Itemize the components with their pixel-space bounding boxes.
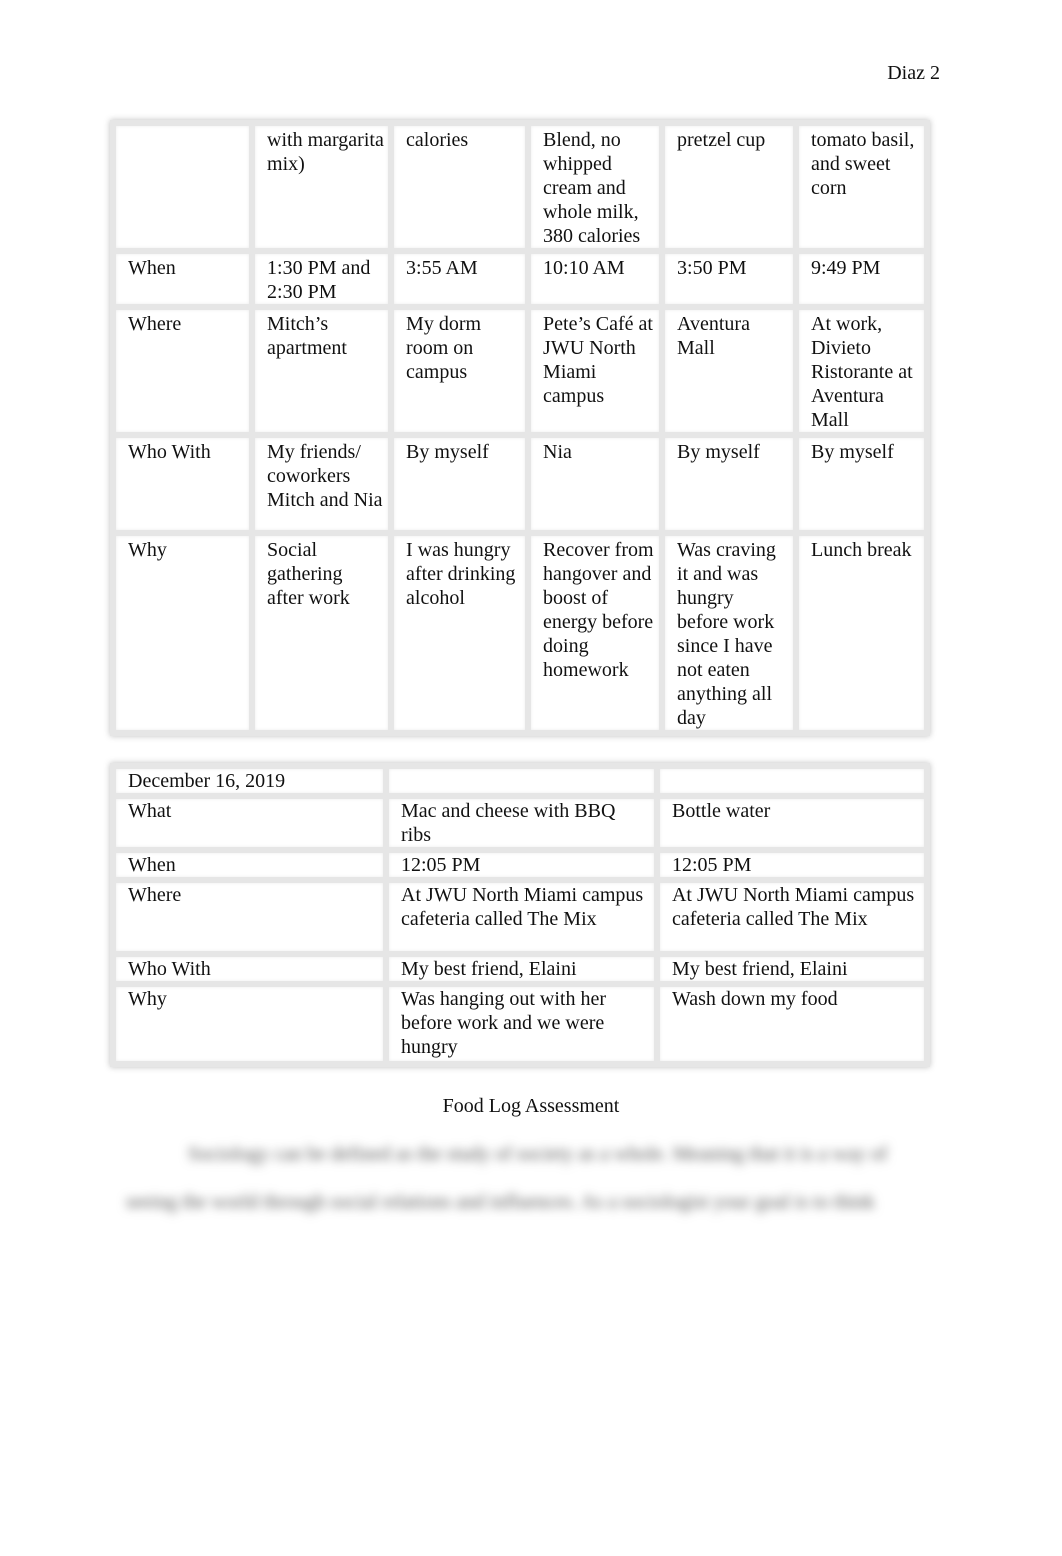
- row-label: Where: [109, 304, 256, 438]
- table-row-why: Why Was hanging out with her before work…: [110, 981, 931, 1067]
- table-cell: with margarita mix): [249, 120, 395, 254]
- row-label: What: [110, 793, 389, 853]
- table-cell: Wash down my food: [653, 981, 931, 1067]
- table-row-who-with: Who With My friends/ coworkers Mitch and…: [109, 432, 930, 536]
- table-cell: 12:05 PM: [653, 847, 931, 883]
- date-label: December 16, 2019: [110, 763, 389, 799]
- table-cell: My best friend, Elaini: [383, 951, 660, 987]
- table-cell: Bottle water: [653, 793, 931, 853]
- table-cell: 3:55 AM: [388, 248, 532, 310]
- table-cell: Lunch break: [793, 530, 930, 736]
- row-label: Who With: [109, 432, 256, 536]
- table-cell: Blend, no whipped cream and whole milk, …: [525, 120, 666, 254]
- table-cell: My best friend, Elaini: [653, 951, 931, 987]
- table-cell: Aventura Mall: [659, 304, 799, 438]
- blurred-paragraph-line: seeing the world through social relation…: [126, 1191, 875, 1213]
- table-cell: My dorm room on campus: [388, 304, 532, 438]
- table-cell: Was craving it and was hungry before wor…: [659, 530, 799, 736]
- table-cell: By myself: [793, 432, 930, 536]
- table-row-when: When 12:05 PM 12:05 PM: [110, 847, 931, 883]
- page-header-running-head: Diaz 2: [887, 62, 940, 84]
- table-cell: Social gathering after work: [249, 530, 395, 736]
- blurred-paragraph-line: Sociology can be defined as the study of…: [188, 1143, 888, 1165]
- table-cell: Mitch’s apartment: [249, 304, 395, 438]
- table-cell: 3:50 PM: [659, 248, 799, 310]
- table-cell: My friends/ coworkers Mitch and Nia: [249, 432, 395, 536]
- table-row-date: December 16, 2019: [110, 763, 931, 799]
- table-cell: [383, 763, 660, 799]
- table-cell: 1:30 PM and 2:30 PM: [249, 248, 395, 310]
- table-cell: At JWU North Miami campus cafeteria call…: [653, 877, 931, 957]
- row-label: [109, 120, 256, 254]
- row-label: When: [110, 847, 389, 883]
- row-label: When: [109, 248, 256, 310]
- table-cell: I was hungry after drinking alcohol: [388, 530, 532, 736]
- table-cell: At work, Divieto Ristorante at Aventura …: [793, 304, 930, 438]
- row-label: Why: [110, 981, 389, 1067]
- table-cell: By myself: [659, 432, 799, 536]
- table-cell: Pete’s Café at JWU North Miami campus: [525, 304, 666, 438]
- table-row-who-with: Who With My best friend, Elaini My best …: [110, 951, 931, 987]
- row-label: Why: [109, 530, 256, 736]
- table-row-where: Where At JWU North Miami campus cafeteri…: [110, 877, 931, 957]
- table-cell: Mac and cheese with BBQ ribs: [383, 793, 660, 853]
- table-cell: By myself: [388, 432, 532, 536]
- table-row-where: Where Mitch’s apartment My dorm room on …: [109, 304, 930, 438]
- table-cell: Nia: [525, 432, 666, 536]
- table-row-what-continued: with margarita mix) calories Blend, no w…: [109, 120, 930, 254]
- table-cell: 9:49 PM: [793, 248, 930, 310]
- table-row-when: When 1:30 PM and 2:30 PM 3:55 AM 10:10 A…: [109, 248, 930, 310]
- table-cell: 10:10 AM: [525, 248, 666, 310]
- table-cell: tomato basil, and sweet corn: [793, 120, 930, 254]
- row-label: Where: [110, 877, 389, 957]
- row-label: Who With: [110, 951, 389, 987]
- table-cell: Recover from hangover and boost of energ…: [525, 530, 666, 736]
- section-title-food-log-assessment: Food Log Assessment: [442, 1095, 620, 1117]
- table-cell: 12:05 PM: [383, 847, 660, 883]
- table-cell: pretzel cup: [659, 120, 799, 254]
- table-row-what: What Mac and cheese with BBQ ribs Bottle…: [110, 793, 931, 853]
- table-cell: At JWU North Miami campus cafeteria call…: [383, 877, 660, 957]
- table-cell: [653, 763, 931, 799]
- table-cell: Was hanging out with her before work and…: [383, 981, 660, 1067]
- food-log-table-december-16: December 16, 2019 What Mac and cheese wi…: [110, 763, 931, 1067]
- table-cell: calories: [388, 120, 532, 254]
- table-row-why: Why Social gathering after work I was hu…: [109, 530, 930, 736]
- food-log-table-continued: with margarita mix) calories Blend, no w…: [109, 120, 930, 736]
